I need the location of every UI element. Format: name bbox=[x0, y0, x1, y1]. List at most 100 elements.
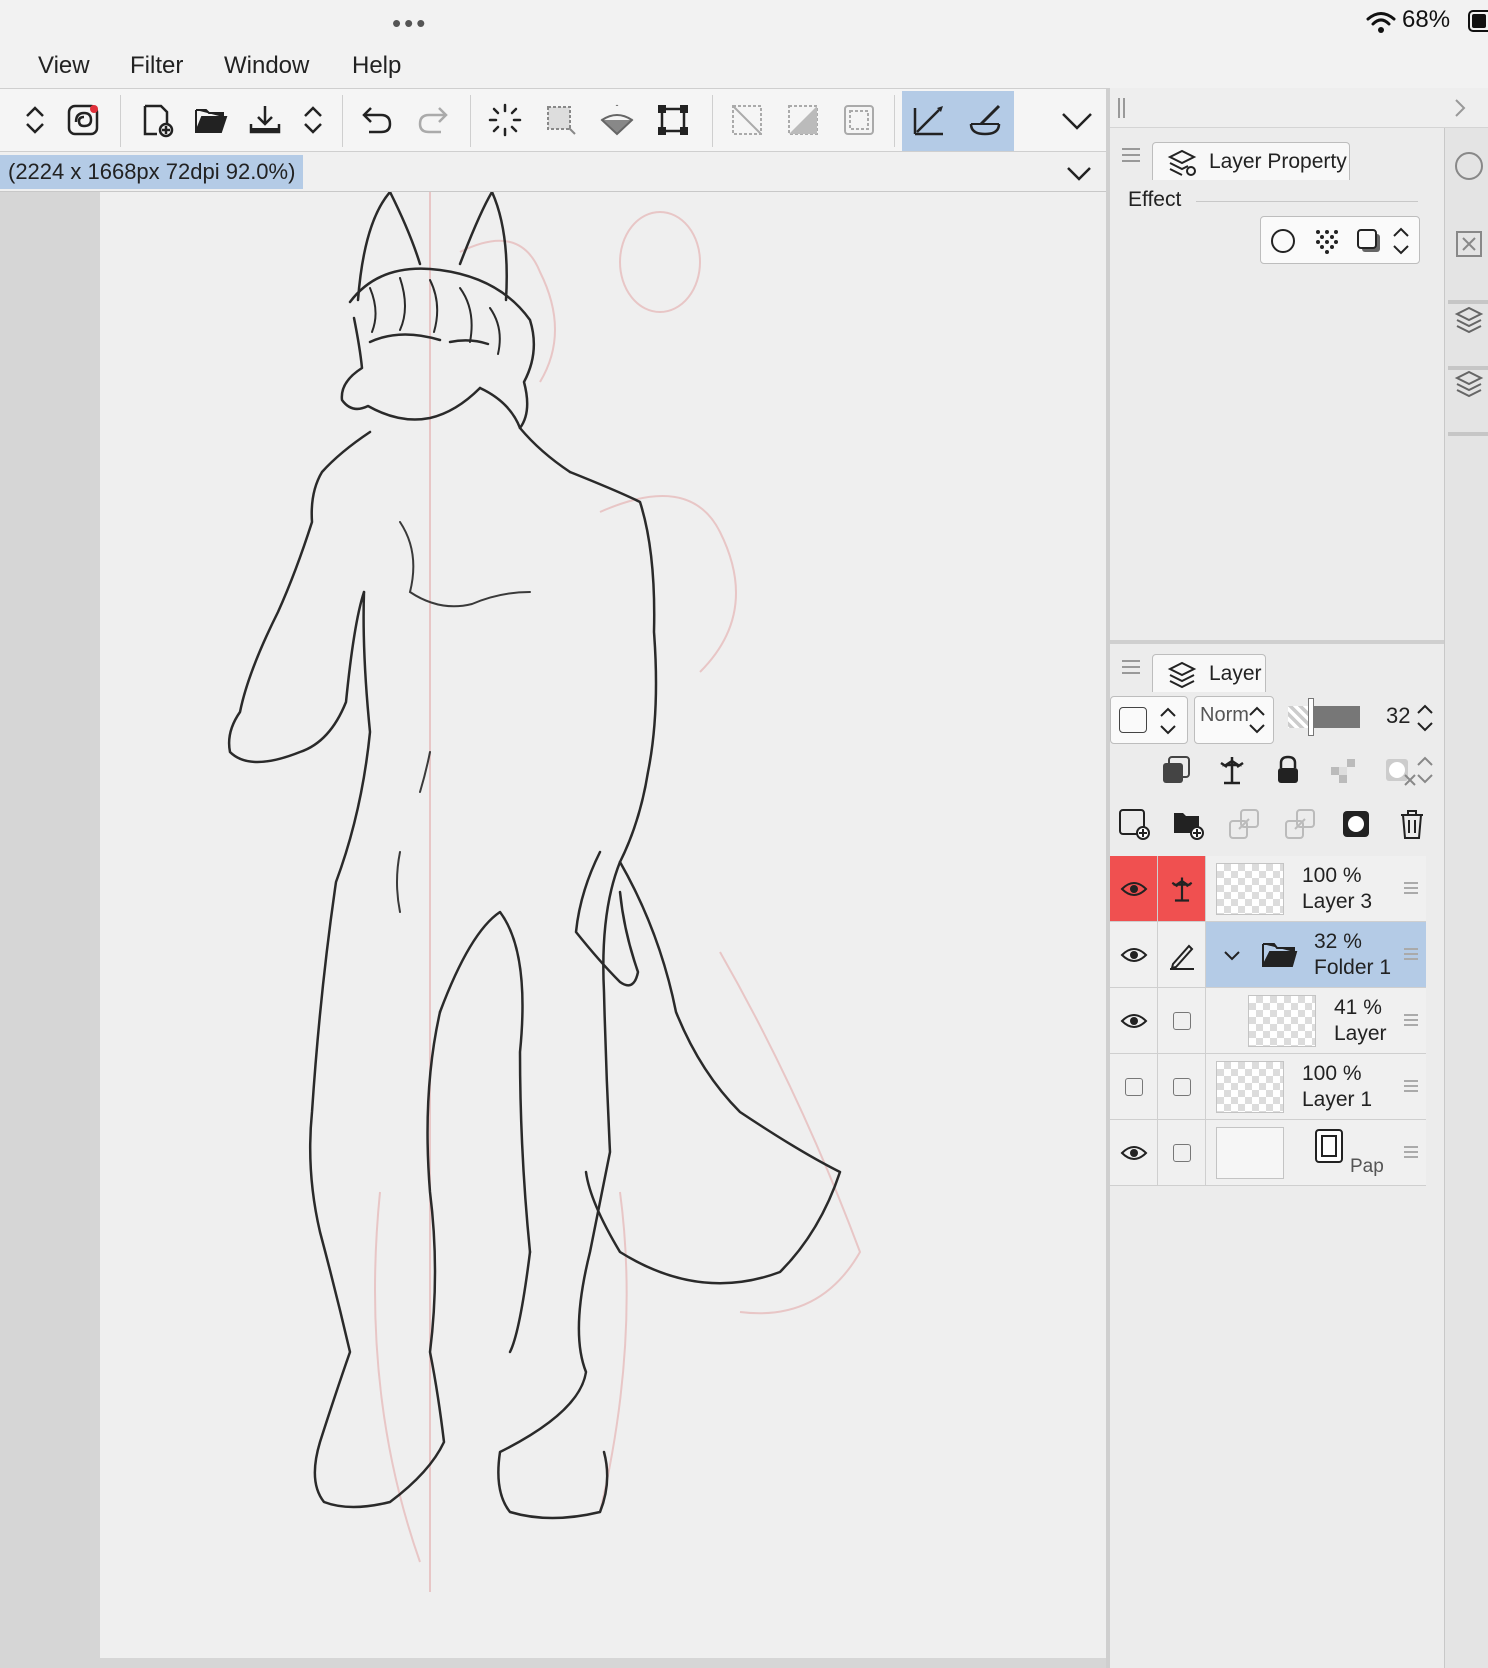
layer-name: Layer 1 bbox=[1302, 1088, 1373, 1111]
combine-down-icon[interactable] bbox=[1280, 804, 1320, 844]
layer-icon[interactable] bbox=[1453, 368, 1485, 400]
layer-color-selector[interactable] bbox=[1110, 696, 1188, 744]
edit-target-toggle[interactable] bbox=[1158, 988, 1206, 1053]
eye-icon bbox=[1120, 1145, 1147, 1160]
strip-divider bbox=[1448, 300, 1488, 304]
drawing-canvas[interactable] bbox=[100, 190, 1106, 1658]
clip-layer-icon[interactable] bbox=[1156, 750, 1196, 790]
drag-handle-icon[interactable] bbox=[1404, 948, 1418, 960]
chevron-down-icon[interactable] bbox=[1054, 97, 1100, 143]
layer-color-icon[interactable] bbox=[1355, 227, 1383, 255]
opacity-value[interactable]: 32 bbox=[1386, 703, 1410, 729]
tone-effect-icon[interactable] bbox=[1313, 227, 1341, 255]
layer-thumbnail bbox=[1248, 995, 1316, 1047]
layer-opacity: 100 % bbox=[1302, 1062, 1362, 1085]
canvas-area[interactable] bbox=[0, 190, 1106, 1668]
select-all-icon[interactable] bbox=[836, 97, 882, 143]
layer-property-icon bbox=[1167, 149, 1197, 176]
edit-target-toggle[interactable] bbox=[1158, 1054, 1206, 1119]
grip-icon[interactable] bbox=[1114, 94, 1134, 122]
visibility-toggle[interactable] bbox=[1110, 1120, 1158, 1185]
edit-target-toggle[interactable] bbox=[1158, 922, 1206, 987]
stepper-icon[interactable] bbox=[1246, 702, 1268, 738]
lock-icon[interactable] bbox=[1268, 750, 1308, 790]
loading-spinner-icon[interactable] bbox=[482, 97, 528, 143]
layer-opacity: 32 % bbox=[1314, 930, 1362, 953]
stepper-icon[interactable] bbox=[1389, 223, 1413, 259]
drag-handle-icon[interactable] bbox=[1404, 1080, 1418, 1092]
layer-row-folder-1[interactable]: 32 % Folder 1 bbox=[1110, 922, 1426, 988]
transfer-up-icon[interactable] bbox=[1224, 804, 1264, 844]
layer-mask-icon[interactable] bbox=[1336, 804, 1376, 844]
visibility-toggle[interactable] bbox=[1110, 988, 1158, 1053]
tab-layer[interactable]: Layer bbox=[1152, 654, 1266, 692]
document-title[interactable]: (2224 x 1668px 72dpi 92.0%) bbox=[0, 155, 304, 189]
layer-thumbnail bbox=[1216, 863, 1284, 915]
menu-view[interactable]: View bbox=[38, 52, 90, 80]
chevron-right-icon[interactable] bbox=[1448, 96, 1472, 120]
checkbox[interactable] bbox=[1124, 1077, 1143, 1096]
layer-thumbnail bbox=[1216, 1127, 1284, 1179]
reference-layer-icon[interactable] bbox=[1212, 750, 1252, 790]
drag-handle-icon[interactable] bbox=[1404, 1014, 1418, 1026]
save-options-icon[interactable] bbox=[290, 97, 336, 143]
layer-name: Layer 3 bbox=[1302, 890, 1373, 913]
effect-selector[interactable] bbox=[1260, 216, 1420, 264]
stepper-icon[interactable] bbox=[1414, 752, 1436, 788]
redo-icon[interactable] bbox=[410, 97, 456, 143]
layer-row-sublayer[interactable]: 41 % Layer bbox=[1110, 988, 1426, 1054]
edit-target-toggle[interactable] bbox=[1158, 1120, 1206, 1185]
layer-property-icon[interactable] bbox=[1453, 304, 1485, 336]
stepper-icon[interactable] bbox=[12, 97, 58, 143]
transform-icon[interactable] bbox=[650, 97, 696, 143]
drag-handle-icon[interactable] bbox=[1404, 882, 1418, 894]
eye-icon bbox=[1120, 1013, 1147, 1028]
menu-bar: View Filter Window Help bbox=[0, 44, 1488, 88]
close-panel-icon[interactable] bbox=[1453, 228, 1485, 260]
multitask-dots-icon[interactable]: ••• bbox=[392, 8, 428, 39]
fill-icon[interactable] bbox=[594, 97, 640, 143]
companion-app-icon[interactable] bbox=[60, 97, 106, 143]
eye-icon bbox=[1120, 881, 1147, 896]
tab-layer-property[interactable]: Layer Property bbox=[1152, 142, 1350, 180]
checkbox[interactable] bbox=[1172, 1077, 1191, 1096]
opacity-slider-thumb[interactable] bbox=[1308, 698, 1314, 736]
menu-window[interactable]: Window bbox=[224, 52, 309, 80]
deselect-icon[interactable] bbox=[724, 97, 770, 143]
save-icon[interactable] bbox=[242, 97, 288, 143]
trash-icon[interactable] bbox=[1392, 804, 1432, 844]
drag-handle-icon[interactable] bbox=[1404, 1146, 1418, 1158]
selection-launcher-icon[interactable] bbox=[538, 97, 584, 143]
undo-icon[interactable] bbox=[354, 97, 400, 143]
checkbox[interactable] bbox=[1172, 1143, 1191, 1162]
panel-menu-icon[interactable] bbox=[1122, 148, 1140, 162]
invert-selection-icon[interactable] bbox=[780, 97, 826, 143]
ruler-icon[interactable] bbox=[906, 97, 952, 143]
open-file-icon[interactable] bbox=[188, 97, 234, 143]
visibility-toggle[interactable] bbox=[1110, 856, 1158, 921]
pen-icon bbox=[1169, 944, 1194, 970]
layer-row-paper[interactable]: Pap bbox=[1110, 1120, 1426, 1186]
layer-row-layer-3[interactable]: 100 % Layer 3 bbox=[1110, 856, 1426, 922]
menu-filter[interactable]: Filter bbox=[130, 52, 183, 80]
menu-help[interactable]: Help bbox=[352, 52, 401, 80]
opacity-transparent-swatch bbox=[1288, 706, 1310, 728]
circle-effect-icon[interactable] bbox=[1269, 227, 1297, 255]
reference-toggle[interactable] bbox=[1158, 856, 1206, 921]
chevron-down-icon[interactable] bbox=[1064, 158, 1094, 188]
new-folder-icon[interactable] bbox=[1168, 804, 1208, 844]
visibility-toggle[interactable] bbox=[1110, 922, 1158, 987]
visibility-toggle[interactable] bbox=[1110, 1054, 1158, 1119]
new-raster-layer-icon[interactable] bbox=[1114, 804, 1154, 844]
checkbox[interactable] bbox=[1172, 1011, 1191, 1030]
navigator-icon[interactable] bbox=[1453, 150, 1485, 182]
chevron-down-icon[interactable] bbox=[1222, 946, 1242, 966]
stepper-icon[interactable] bbox=[1414, 700, 1436, 736]
brush-icon[interactable] bbox=[962, 97, 1008, 143]
panel-menu-icon[interactable] bbox=[1122, 660, 1140, 674]
new-file-icon[interactable] bbox=[134, 97, 180, 143]
opacity-slider[interactable] bbox=[1288, 698, 1360, 736]
layer-icon bbox=[1167, 661, 1197, 688]
lock-transparency-icon[interactable] bbox=[1324, 750, 1364, 790]
layer-row-layer-1[interactable]: 100 % Layer 1 bbox=[1110, 1054, 1426, 1120]
